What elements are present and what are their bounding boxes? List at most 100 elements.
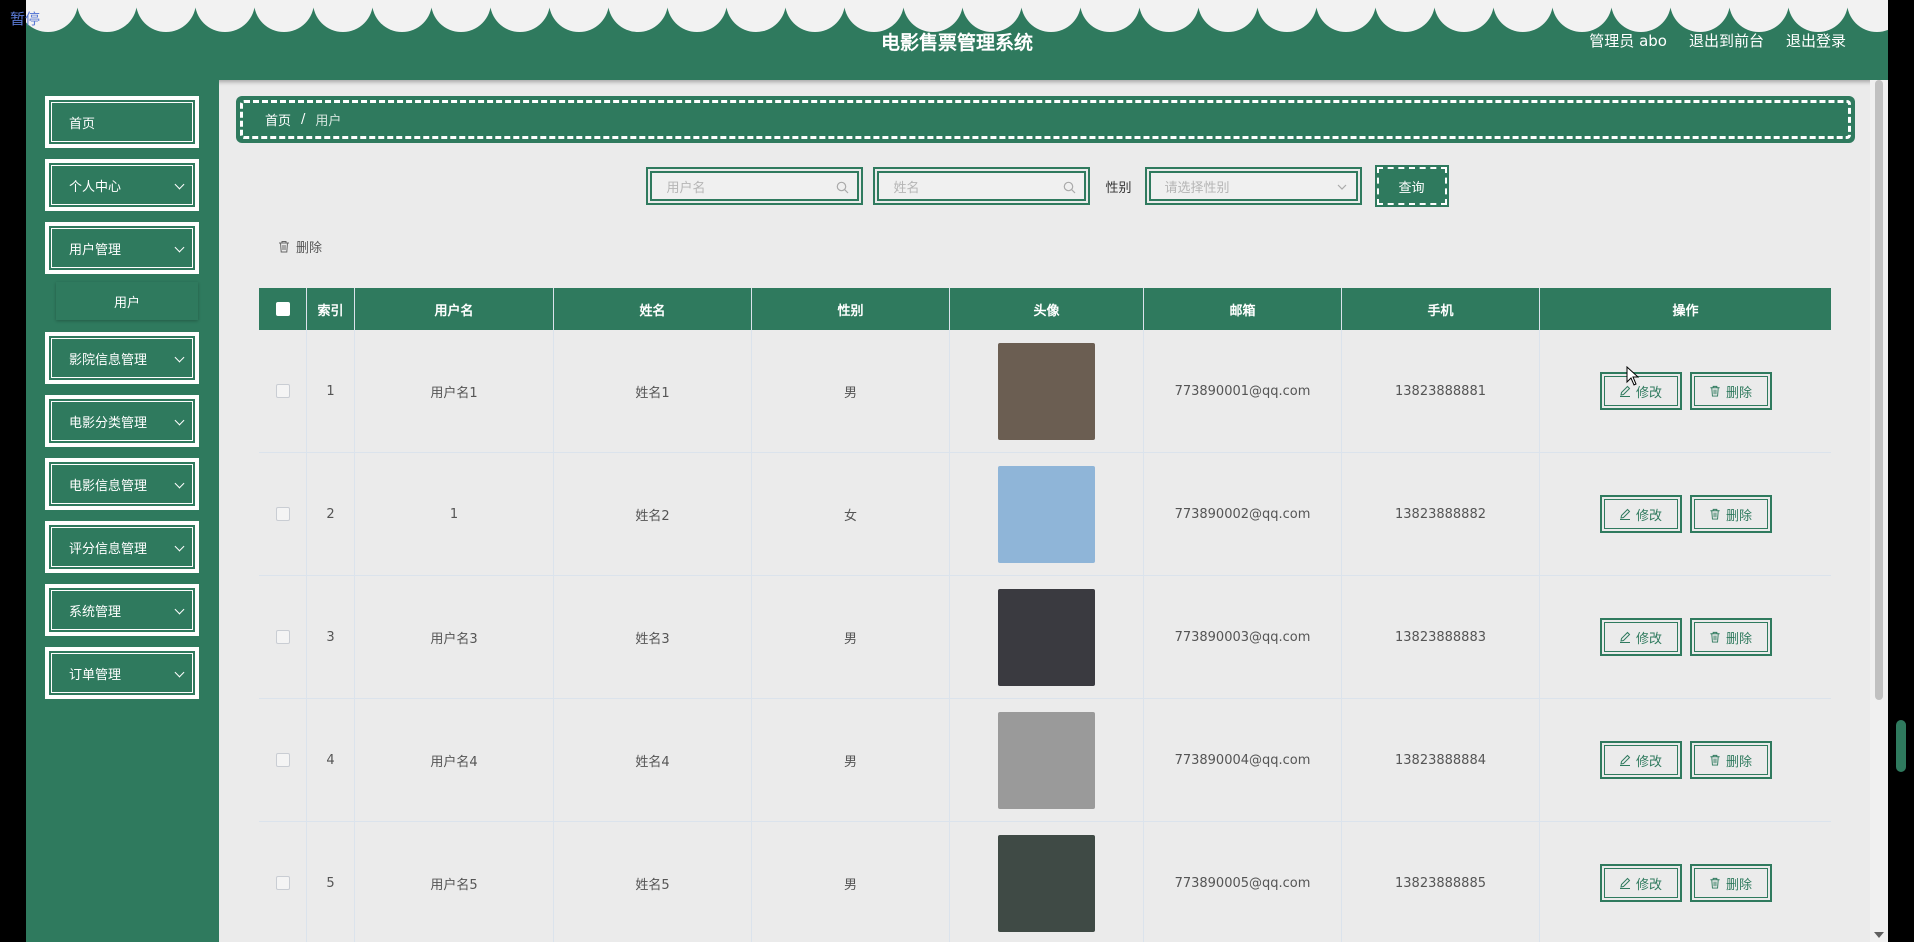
- column-header-email[interactable]: 邮箱: [1144, 288, 1342, 330]
- row-checkbox[interactable]: [275, 753, 290, 767]
- sidebar-item-category-management[interactable]: 电影分类管理: [45, 395, 199, 447]
- column-header-gender[interactable]: 性别: [752, 288, 950, 330]
- column-header-phone[interactable]: 手机: [1342, 288, 1540, 330]
- edit-icon: [1619, 631, 1631, 643]
- top-header: 电影售票管理系统 管理员 abo 退出到前台 退出登录: [26, 0, 1888, 80]
- breadcrumb-home[interactable]: 首页: [265, 110, 291, 129]
- delete-button[interactable]: 删除: [1689, 864, 1772, 902]
- sidebar-item-movie-management[interactable]: 电影信息管理: [45, 458, 199, 510]
- sidebar-item-label: 电影信息管理: [69, 478, 148, 494]
- trash-icon: [1710, 508, 1720, 520]
- cell-name: 姓名1: [554, 330, 752, 452]
- cell-gender: 女: [752, 453, 950, 575]
- edit-label: 修改: [1635, 754, 1662, 770]
- chevron-down-icon: [174, 478, 185, 489]
- scroll-down-arrow-icon[interactable]: [1874, 932, 1884, 938]
- name-placeholder: 姓名: [877, 171, 1087, 201]
- search-icon: [837, 181, 849, 194]
- sidebar-item-cinema-management[interactable]: 影院信息管理: [45, 332, 199, 384]
- sidebar-item-label: 订单管理: [69, 667, 122, 683]
- admin-label: 管理员 abo: [1589, 32, 1667, 50]
- logout-link[interactable]: 退出登录: [1786, 30, 1846, 51]
- row-checkbox[interactable]: [275, 507, 290, 521]
- chevron-down-icon: [174, 352, 185, 363]
- user-table: 索引 用户名 姓名 性别 头像 邮箱 手机 操作 1 用户名1 姓名1 男 773890…: [259, 288, 1831, 942]
- trash-icon: [1710, 385, 1720, 397]
- chevron-down-icon: [174, 242, 185, 253]
- chevron-down-icon: [174, 604, 185, 615]
- app-window: 电影售票管理系统 管理员 abo 退出到前台 退出登录 首页 个人中心 用户管理…: [26, 0, 1888, 942]
- delete-button[interactable]: 删除: [1689, 372, 1772, 410]
- cell-name: 姓名4: [554, 699, 752, 821]
- cell-email: 773890005@qq.com: [1144, 822, 1342, 942]
- cell-name: 姓名5: [554, 822, 752, 942]
- edit-button[interactable]: 修改: [1599, 864, 1682, 902]
- to-front-link[interactable]: 退出到前台: [1689, 30, 1764, 51]
- outer-scrollbar-thumb[interactable]: [1896, 720, 1906, 772]
- page-scrollbar[interactable]: [1870, 80, 1888, 942]
- column-header-name[interactable]: 姓名: [554, 288, 752, 330]
- cell-email: 773890002@qq.com: [1144, 453, 1342, 575]
- gender-select[interactable]: 请选择性别: [1144, 167, 1362, 205]
- delete-button[interactable]: 删除: [1689, 618, 1772, 656]
- table-row: 3 用户名3 姓名3 男 773890003@qq.com 13823888883 修改 删除: [259, 576, 1831, 699]
- username-search-input[interactable]: 用户名: [646, 167, 864, 205]
- column-header-avatar[interactable]: 头像: [950, 288, 1144, 330]
- breadcrumb-separator: /: [301, 112, 306, 127]
- delete-button[interactable]: 删除: [1689, 741, 1772, 779]
- scrollbar-thumb[interactable]: [1875, 80, 1883, 700]
- cell-username: 用户名5: [355, 822, 554, 942]
- edit-label: 修改: [1635, 508, 1662, 524]
- sidebar-subitem-user[interactable]: 用户: [56, 282, 198, 320]
- sidebar-item-order-management[interactable]: 订单管理: [45, 647, 199, 699]
- batch-delete-label: 删除: [296, 241, 323, 256]
- chevron-down-icon: [1337, 184, 1346, 190]
- row-checkbox[interactable]: [275, 630, 290, 644]
- cell-gender: 男: [752, 576, 950, 698]
- sidebar: 首页 个人中心 用户管理 用户 影院信息管理 电影分类管理 电影信息管理 评分信…: [26, 80, 219, 942]
- column-header-username[interactable]: 用户名: [355, 288, 554, 330]
- sidebar-item-home[interactable]: 首页: [45, 96, 199, 148]
- sidebar-item-label: 评分信息管理: [69, 541, 148, 557]
- edit-button[interactable]: 修改: [1599, 618, 1682, 656]
- cell-phone: 13823888885: [1342, 822, 1540, 942]
- cell-index: 5: [307, 822, 355, 942]
- cell-username: 1: [355, 453, 554, 575]
- column-header-actions: 操作: [1672, 303, 1699, 319]
- edit-button[interactable]: 修改: [1599, 741, 1682, 779]
- cell-phone: 13823888883: [1342, 576, 1540, 698]
- edit-icon: [1619, 877, 1631, 889]
- outer-scrollbar[interactable]: [1888, 0, 1914, 942]
- cell-gender: 男: [752, 699, 950, 821]
- sidebar-item-label: 电影分类管理: [69, 415, 148, 431]
- sidebar-item-system-management[interactable]: 系统管理: [45, 584, 199, 636]
- delete-button[interactable]: 删除: [1689, 495, 1772, 533]
- gender-placeholder: 请选择性别: [1148, 171, 1358, 201]
- table-row: 1 用户名1 姓名1 男 773890001@qq.com 13823888881 修改 删除: [259, 330, 1831, 453]
- batch-delete-button[interactable]: 删除: [278, 237, 322, 256]
- mouse-cursor-icon: [1626, 366, 1640, 386]
- name-search-input[interactable]: 姓名: [873, 167, 1091, 205]
- edit-button[interactable]: 修改: [1599, 495, 1682, 533]
- select-all-checkbox[interactable]: [275, 302, 290, 316]
- column-header-index[interactable]: 索引: [307, 288, 355, 330]
- query-button[interactable]: 查询: [1374, 165, 1449, 207]
- cell-email: 773890001@qq.com: [1144, 330, 1342, 452]
- edit-button[interactable]: 修改: [1599, 372, 1682, 410]
- sidebar-item-rating-management[interactable]: 评分信息管理: [45, 521, 199, 573]
- search-icon: [1064, 181, 1076, 194]
- cell-index: 1: [307, 330, 355, 452]
- row-checkbox[interactable]: [275, 876, 290, 890]
- sidebar-item-label: 系统管理: [69, 604, 122, 620]
- row-checkbox[interactable]: [275, 384, 290, 398]
- trash-icon: [1710, 754, 1720, 766]
- avatar: [998, 834, 1095, 932]
- main-content: 首页 / 用户 用户名 姓名 性别 请选择性别 查询 删除 索引 用户名 姓名 …: [219, 80, 1869, 942]
- table-body: 1 用户名1 姓名1 男 773890001@qq.com 13823888881 修改 删除…: [259, 330, 1831, 942]
- sidebar-item-personal-center[interactable]: 个人中心: [45, 159, 199, 211]
- cell-email: 773890004@qq.com: [1144, 699, 1342, 821]
- cell-index: 3: [307, 576, 355, 698]
- cell-phone: 13823888882: [1342, 453, 1540, 575]
- chevron-down-icon: [174, 541, 185, 552]
- sidebar-item-user-management[interactable]: 用户管理: [45, 222, 199, 274]
